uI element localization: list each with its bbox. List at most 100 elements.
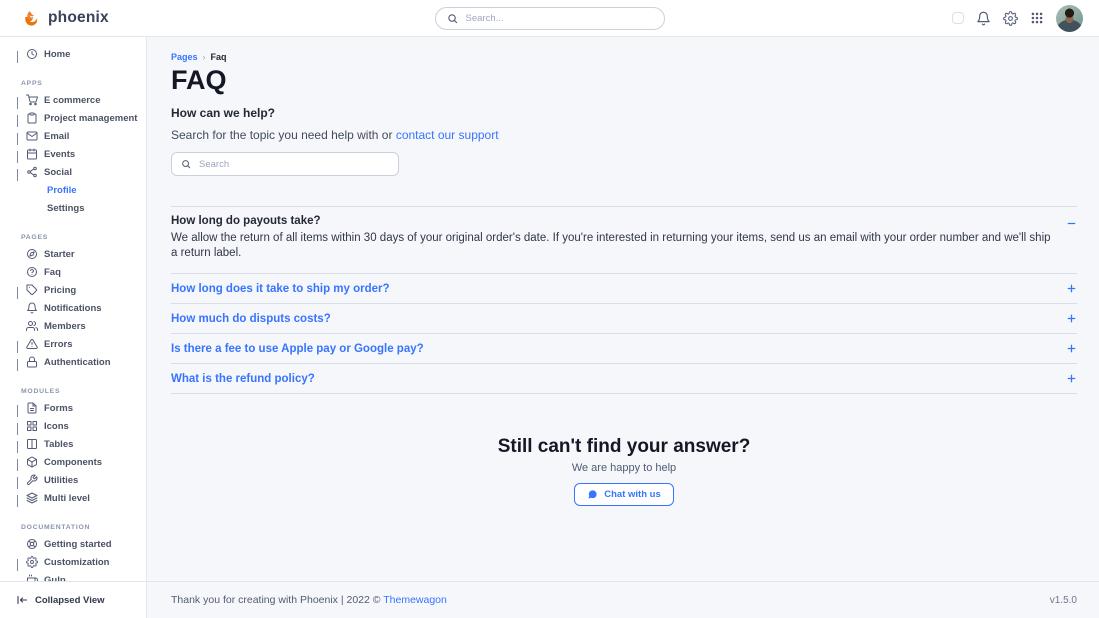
settings-gear-icon[interactable] [1003,11,1018,26]
sidebar-item-label: Gulp [44,575,66,582]
sidebar-section-label: DOCUMENTATION [0,521,146,535]
sidebar-item-errors[interactable]: Errors [0,335,146,353]
sidebar-item-label: Utilities [44,475,78,486]
clipboard-icon [26,112,38,124]
chevron-right-icon [17,152,23,158]
sidebar-item-ecommerce[interactable]: E commerce [0,91,146,109]
sidebar-item-tables[interactable]: Tables [0,435,146,453]
faq-search[interactable] [171,152,399,176]
envelope-icon [26,130,38,142]
sidebar-item-email[interactable]: Email [0,127,146,145]
sidebar-subitem-settings[interactable]: Settings [0,199,146,217]
chevron-right-icon [17,52,23,58]
theme-toggle[interactable] [952,12,964,24]
faq-question: How much do disputs costs? [171,313,331,325]
sidebar-item-label: Tables [44,439,73,450]
global-search[interactable] [435,7,665,30]
sidebar-subitem-profile[interactable]: Profile [0,181,146,199]
chevron-right-icon [17,288,23,294]
phoenix-logo-icon [22,9,41,28]
sidebar-item-label: Notifications [44,303,102,314]
sidebar-item-forms[interactable]: Forms [0,399,146,417]
plus-icon [1066,313,1077,324]
sidebar-item-label: Home [44,49,70,60]
sidebar-item-label: Getting started [44,539,112,550]
sidebar-item-faq[interactable]: Faq [0,263,146,281]
top-actions [952,5,1083,32]
help-heading: How can we help? [171,106,1077,120]
package-icon [26,456,38,468]
sidebar-item-pricing[interactable]: Pricing [0,281,146,299]
sidebar-item-components[interactable]: Components [0,453,146,471]
cta-subtitle: We are happy to help [171,462,1077,474]
faq-item[interactable]: How much do disputs costs? [171,304,1077,334]
collapsed-view-toggle[interactable]: Collapsed View [0,581,146,618]
chat-button-label: Chat with us [604,489,660,500]
themewagon-link[interactable]: Themewagon [383,594,447,606]
sidebar-item-label: Customization [44,557,109,568]
global-search-input[interactable] [464,12,653,25]
faq-item[interactable]: Is there a fee to use Apple pay or Googl… [171,334,1077,364]
brand-logo[interactable]: phoenix [22,9,109,28]
sidebar-item-icons[interactable]: Icons [0,417,146,435]
sidebar-item-label: Email [44,131,69,142]
sidebar-item-label: Pricing [44,285,76,296]
sidebar-item-members[interactable]: Members [0,317,146,335]
sidebar-item-getting-started[interactable]: Getting started [0,535,146,553]
warning-triangle-icon [26,338,38,350]
footer-text: Thank you for creating with Phoenix | 20… [171,594,381,606]
sidebar-item-utilities[interactable]: Utilities [0,471,146,489]
faq-item[interactable]: How long does it take to ship my order? [171,274,1077,304]
apps-grid-icon[interactable] [1030,11,1044,25]
table-icon [26,438,38,450]
main-content: Pages › Faq FAQ How can we help? Search … [147,37,1099,581]
question-circle-icon [26,266,38,278]
sidebar-item-label: Errors [44,339,73,350]
faq-item-expanded[interactable]: How long do payouts take? We allow the r… [171,207,1077,274]
main-area: Pages › Faq FAQ How can we help? Search … [147,37,1099,618]
sidebar-item-social[interactable]: Social [0,163,146,181]
faq-item[interactable]: What is the refund policy? [171,364,1077,394]
search-icon [447,13,458,24]
grid-icon [26,420,38,432]
plus-icon [1066,343,1077,354]
contact-support-link[interactable]: contact our support [396,128,499,142]
chevron-right-icon [17,116,23,122]
sidebar-item-gulp[interactable]: Gulp [0,571,146,581]
cta-title: Still can't find your answer? [171,436,1077,458]
chevron-right-icon [17,342,23,348]
sidebar-item-customization[interactable]: Customization [0,553,146,571]
chat-with-us-button[interactable]: Chat with us [574,483,673,506]
notifications-bell-icon[interactable] [976,11,991,26]
sidebar-item-home[interactable]: Home [0,45,146,63]
tag-icon [26,284,38,296]
brand-name: phoenix [48,9,109,27]
users-icon [26,320,38,332]
sidebar: Home APPS E commerce Project management [0,37,147,618]
lock-icon [26,356,38,368]
sidebar-item-starter[interactable]: Starter [0,245,146,263]
sidebar-item-events[interactable]: Events [0,145,146,163]
sidebar-item-label: Social [44,167,72,178]
app-window: phoenix [0,0,1099,618]
chevron-right-icon [17,496,23,502]
faq-question[interactable]: How long do payouts take? [171,215,1059,227]
sidebar-item-multi-level[interactable]: Multi level [0,489,146,507]
help-intro-text: Search for the topic you need help with … [171,128,392,142]
share-icon [26,166,38,178]
user-avatar[interactable] [1056,5,1083,32]
minus-icon[interactable] [1066,218,1077,229]
sidebar-item-label: Forms [44,403,73,414]
breadcrumb-current: Faq [211,52,227,62]
faq-accordion: How long do payouts take? We allow the r… [171,206,1077,394]
sidebar-item-notifications[interactable]: Notifications [0,299,146,317]
breadcrumb-pages-link[interactable]: Pages [171,52,198,62]
sidebar-item-project-management[interactable]: Project management [0,109,146,127]
sidebar-item-authentication[interactable]: Authentication [0,353,146,371]
faq-question: What is the refund policy? [171,373,315,385]
faq-answer: We allow the return of all items within … [171,231,1059,261]
sidebar-item-label: Faq [44,267,61,278]
plus-icon [1066,283,1077,294]
chevron-right-icon [17,478,23,484]
faq-search-input[interactable] [197,158,389,171]
